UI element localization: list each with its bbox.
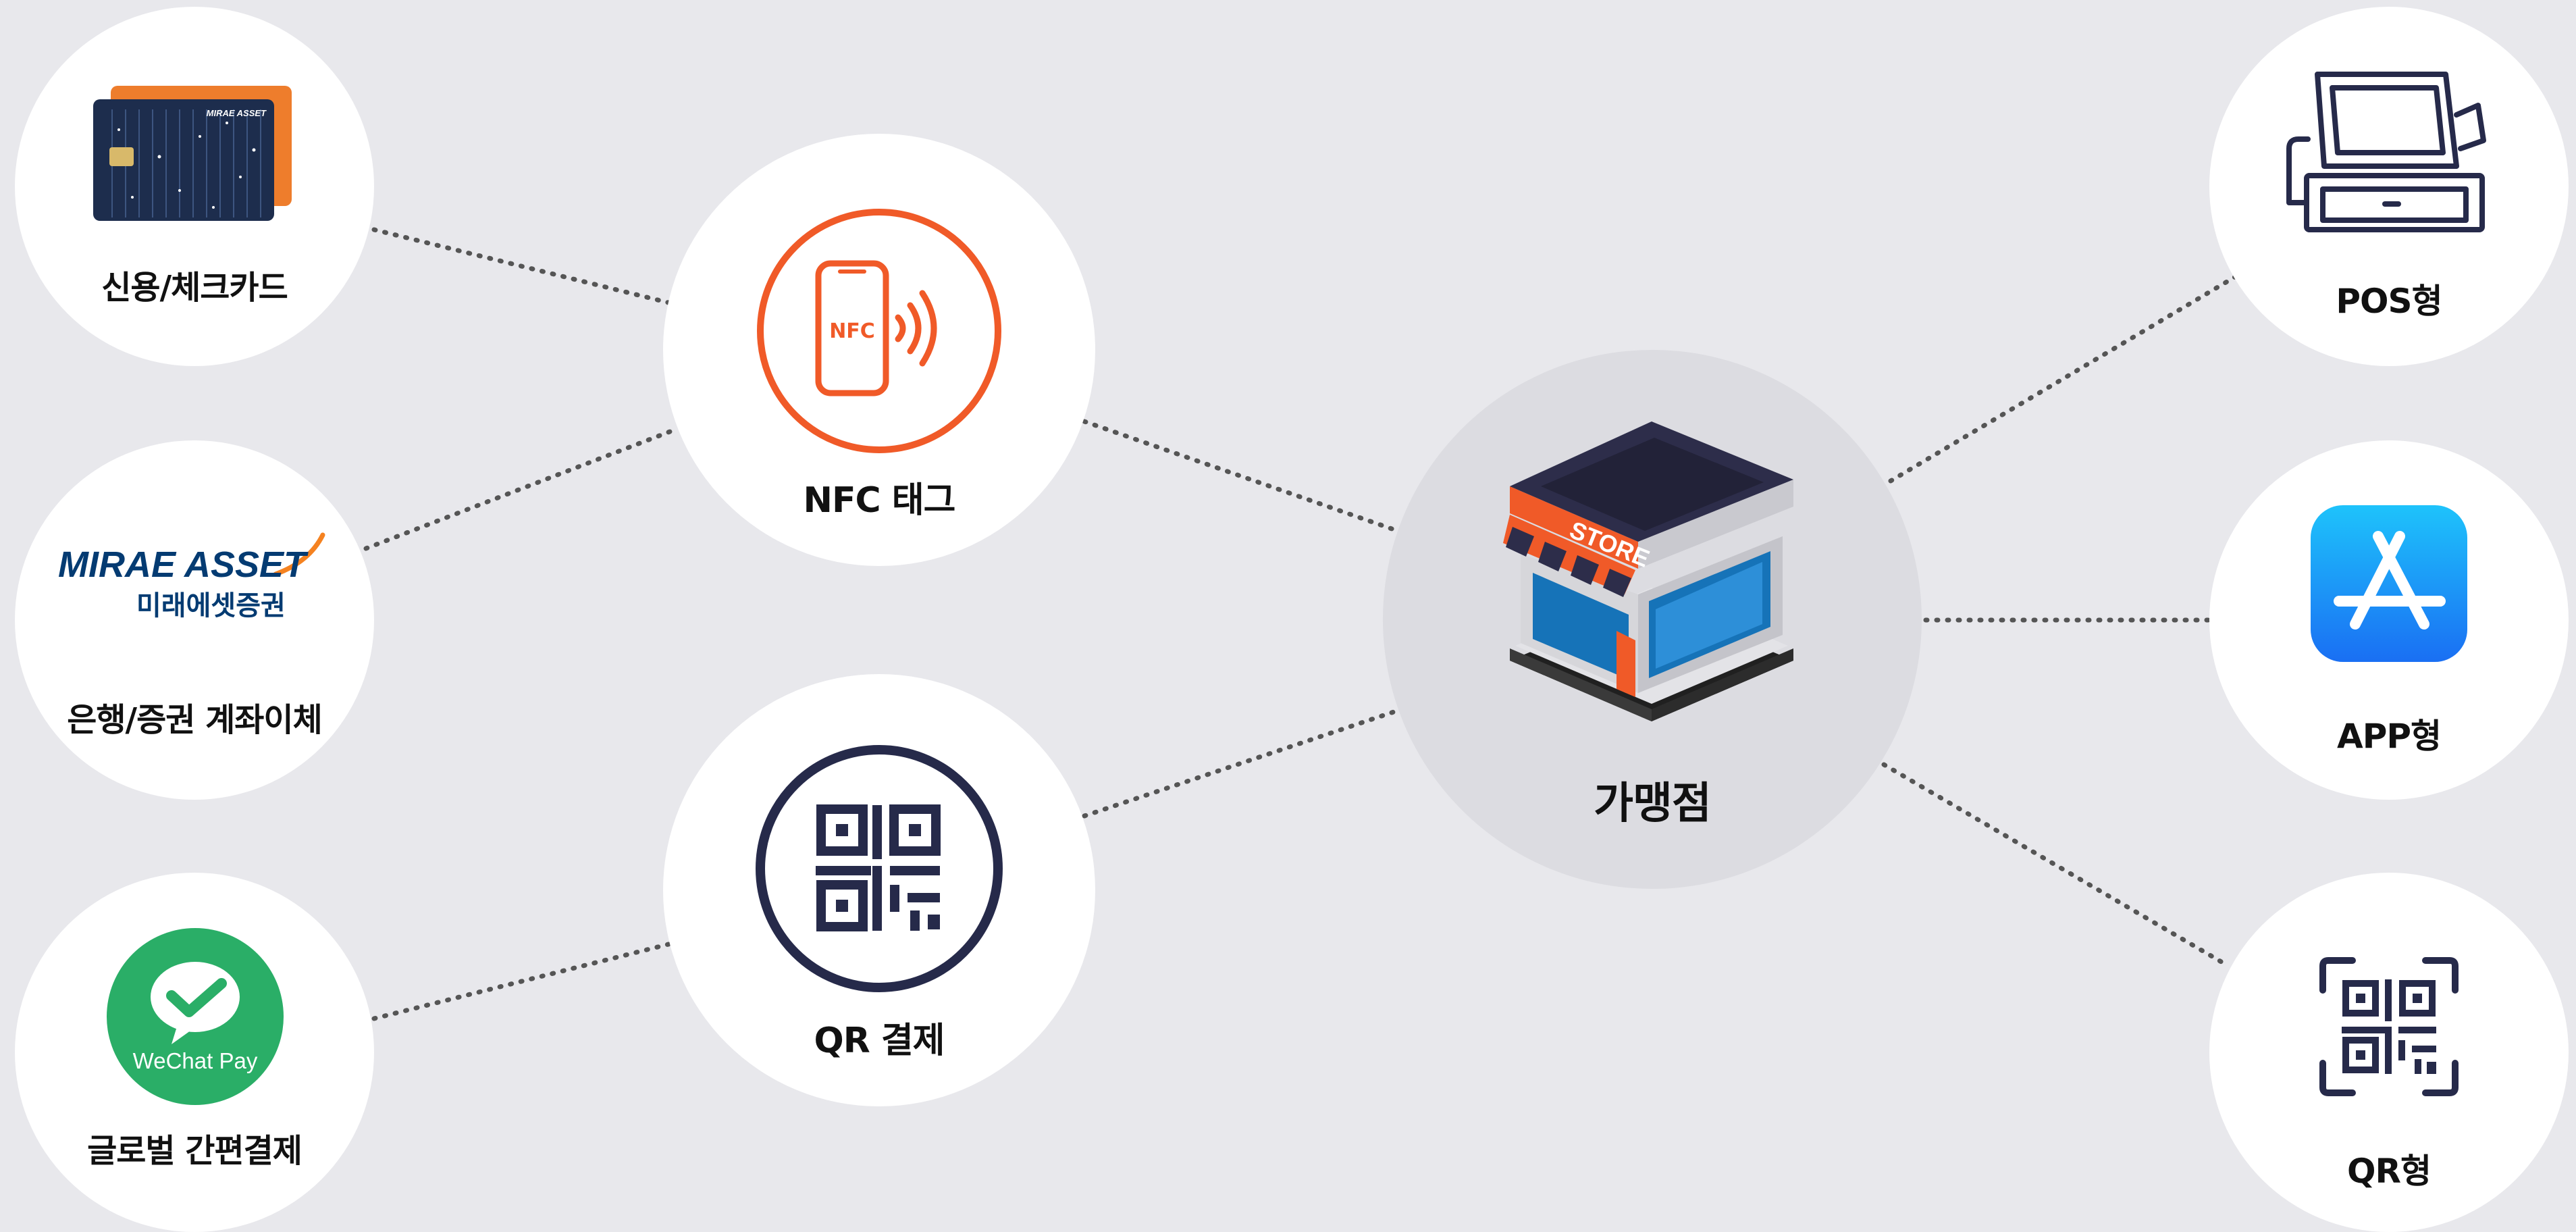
node-qr-type: QR형 [2209, 873, 2569, 1232]
node-label-merchant: 가맹점 [1594, 779, 1712, 829]
payment-network-diagram: MIRAE ASSET 신용/체크카드 MIRAE ASSET 미래에셋증권 은… [0, 0, 2576, 1232]
wechat-pay-icon: WeChat Pay [107, 928, 284, 1105]
connector-lines [363, 227, 2238, 1021]
mirae-logo-subtext: 미래에셋증권 [136, 590, 286, 621]
app-store-icon [2311, 505, 2467, 662]
node-label-bank-transfer: 은행/증권 계좌이체 [67, 701, 323, 739]
credit-card-icon: MIRAE ASSET [93, 86, 292, 221]
node-qr-payment: QR 결제 [663, 674, 1095, 1106]
pos-terminal-icon [2286, 72, 2486, 232]
node-app-type: APP형 [2209, 440, 2569, 800]
connector-wechat-qr [371, 942, 671, 1021]
nfc-icon-text: NFC [829, 319, 875, 343]
node-nfc-tag: NFC NFC 태그 [663, 134, 1095, 566]
qr-code-icon [756, 745, 1003, 992]
node-label-nfc-tag: NFC 태그 [803, 480, 956, 521]
qr-scan-icon [2319, 957, 2459, 1096]
node-label-qr-payment: QR 결제 [814, 1021, 945, 1061]
connector-store-qr [1881, 762, 2231, 969]
node-label-qr-type: QR형 [2346, 1152, 2432, 1191]
node-global-easy-pay: WeChat Pay 글로벌 간편결제 [15, 873, 374, 1232]
connector-card-nfc [371, 227, 671, 305]
wechat-logo-text: WeChat Pay [133, 1048, 258, 1073]
node-label-global-easy-pay: 글로벌 간편결제 [87, 1132, 303, 1170]
store-icon: STORE [1503, 421, 1793, 721]
node-label-pos-type: POS형 [2336, 282, 2442, 321]
node-merchant: STORE 가맹점 [1383, 350, 1922, 889]
card-brand-text: MIRAE ASSET [207, 108, 267, 118]
node-credit-card: MIRAE ASSET 신용/체크카드 [15, 7, 374, 366]
mirae-logo-text: MIRAE ASSET [58, 544, 309, 585]
node-bank-transfer: MIRAE ASSET 미래에셋증권 은행/증권 계좌이체 [15, 440, 374, 800]
connector-qr-store [1082, 708, 1400, 819]
mirae-asset-logo: MIRAE ASSET 미래에셋증권 [58, 532, 325, 621]
node-pos-type: POS형 [2209, 7, 2569, 366]
nfc-phone-icon: NFC [757, 209, 1001, 453]
connector-nfc-store [1082, 419, 1400, 534]
connector-store-pos [1888, 274, 2238, 484]
node-label-app-type: APP형 [2337, 717, 2442, 756]
node-label-credit-card: 신용/체크카드 [101, 269, 288, 307]
connector-bank-nfc [363, 427, 678, 551]
